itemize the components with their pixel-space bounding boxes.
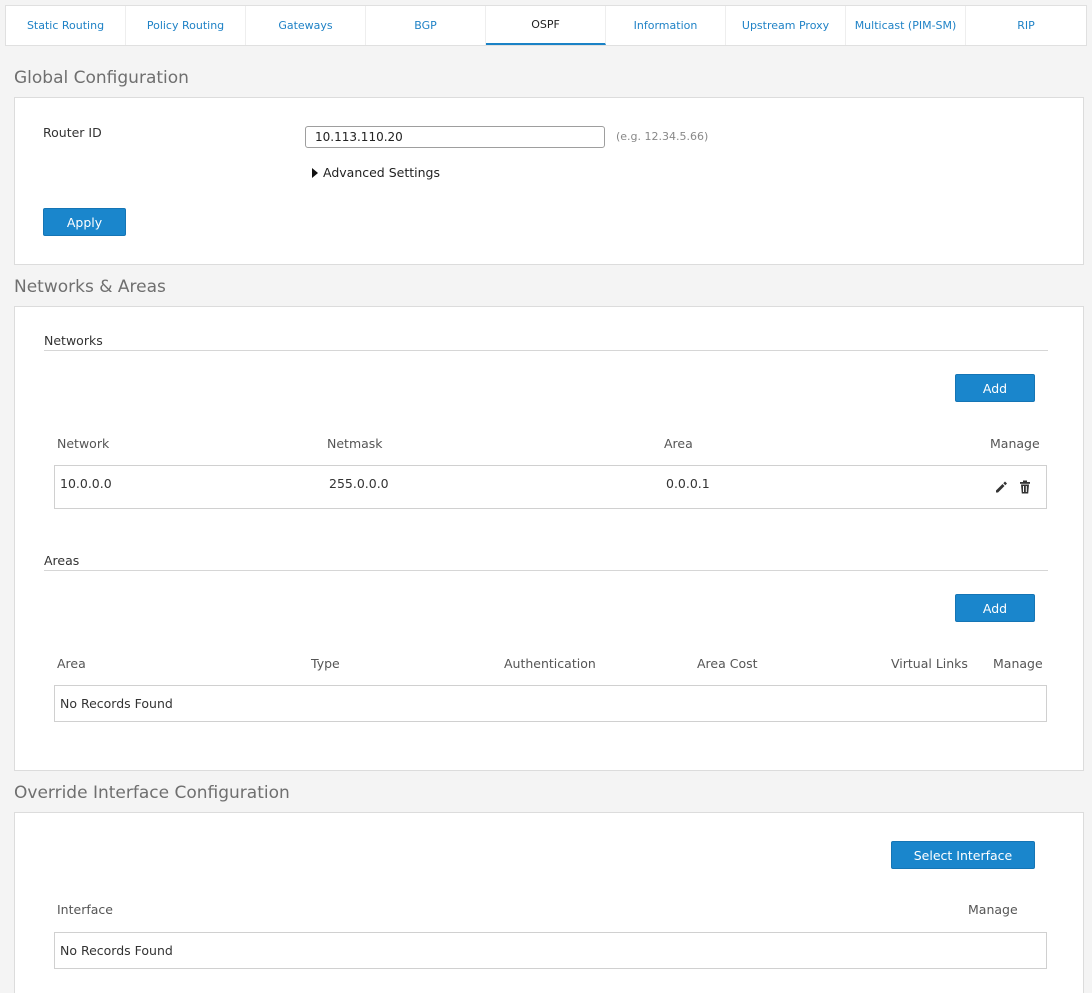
- col-netmask: Netmask: [327, 436, 383, 451]
- tab-information[interactable]: Information: [606, 6, 726, 45]
- apply-button[interactable]: Apply: [43, 208, 126, 236]
- tab-upstream-proxy[interactable]: Upstream Proxy: [726, 6, 846, 45]
- router-id-label: Router ID: [43, 125, 102, 140]
- col-manage: Manage: [990, 436, 1040, 451]
- trash-icon[interactable]: [1018, 480, 1032, 494]
- areas-subtitle: Areas: [44, 553, 80, 568]
- edit-pencil-icon[interactable]: [994, 480, 1008, 494]
- areas-table-empty: No Records Found: [54, 685, 1047, 722]
- tab-multicast[interactable]: Multicast (PIM-SM): [846, 6, 966, 45]
- networks-divider: [44, 350, 1048, 351]
- table-row: 10.0.0.0 255.0.0.0 0.0.0.1: [54, 465, 1047, 509]
- tab-rip[interactable]: RIP: [966, 6, 1086, 45]
- col-type: Type: [311, 656, 340, 671]
- override-interface-title: Override Interface Configuration: [14, 783, 290, 803]
- tab-static-routing[interactable]: Static Routing: [6, 6, 126, 45]
- router-id-input[interactable]: 10.113.110.20: [305, 126, 605, 148]
- networks-areas-panel: Networks Add Network Netmask Area Manage…: [14, 306, 1084, 771]
- col-area-cost: Area Cost: [697, 656, 758, 671]
- col-authentication: Authentication: [504, 656, 596, 671]
- interface-empty-text: No Records Found: [60, 943, 173, 958]
- advanced-settings-toggle[interactable]: Advanced Settings: [312, 165, 440, 180]
- cell-network: 10.0.0.0: [60, 476, 112, 491]
- router-id-hint: (e.g. 12.34.5.66): [616, 130, 709, 143]
- col-virtual-links: Virtual Links: [891, 656, 968, 671]
- networks-areas-title: Networks & Areas: [14, 277, 166, 297]
- col-area: Area: [664, 436, 693, 451]
- areas-empty-text: No Records Found: [60, 696, 173, 711]
- networks-add-button[interactable]: Add: [955, 374, 1035, 402]
- cell-netmask: 255.0.0.0: [329, 476, 389, 491]
- col-interface-manage: Manage: [968, 902, 1018, 917]
- select-interface-button[interactable]: Select Interface: [891, 841, 1035, 869]
- areas-add-button[interactable]: Add: [955, 594, 1035, 622]
- col-network: Network: [57, 436, 110, 451]
- routing-tabs: Static Routing Policy Routing Gateways B…: [5, 5, 1087, 46]
- col-interface: Interface: [57, 902, 113, 917]
- tab-policy-routing[interactable]: Policy Routing: [126, 6, 246, 45]
- tab-bgp[interactable]: BGP: [366, 6, 486, 45]
- areas-divider: [44, 570, 1048, 571]
- col-area-name: Area: [57, 656, 86, 671]
- cell-area: 0.0.0.1: [666, 476, 710, 491]
- advanced-settings-label: Advanced Settings: [323, 165, 440, 180]
- override-interface-panel: Select Interface Interface Manage No Rec…: [14, 812, 1084, 993]
- interface-table-empty: No Records Found: [54, 932, 1047, 969]
- col-areas-manage: Manage: [993, 656, 1043, 671]
- tab-ospf[interactable]: OSPF: [486, 6, 606, 45]
- tab-gateways[interactable]: Gateways: [246, 6, 366, 45]
- networks-subtitle: Networks: [44, 333, 103, 348]
- global-config-panel: Router ID 10.113.110.20 (e.g. 12.34.5.66…: [14, 97, 1084, 265]
- global-config-title: Global Configuration: [14, 68, 189, 88]
- caret-right-icon: [312, 167, 318, 178]
